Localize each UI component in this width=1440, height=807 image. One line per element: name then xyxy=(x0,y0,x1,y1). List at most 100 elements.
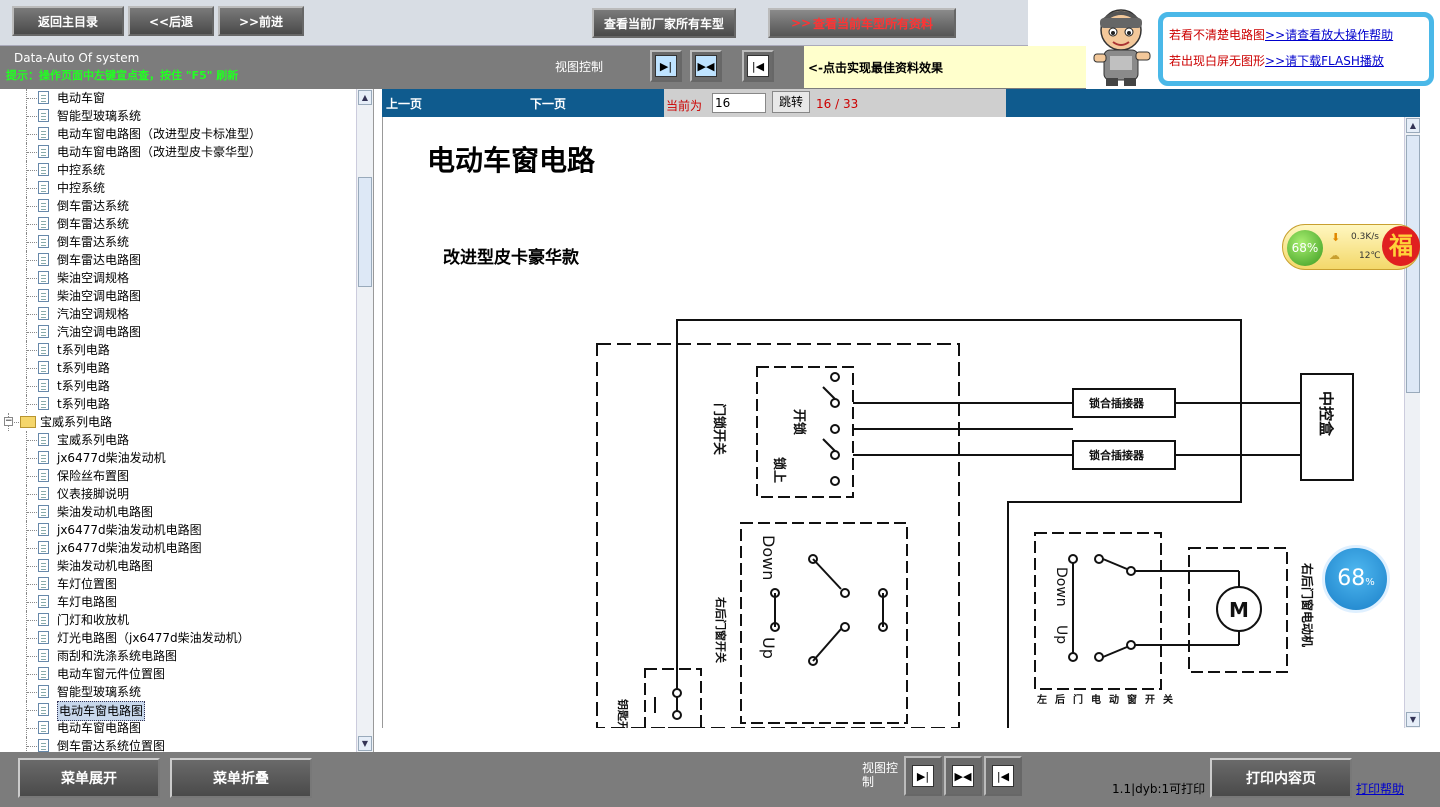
tree-item[interactable]: 雨刮和洗涤系统电路图 xyxy=(0,647,356,665)
arrow-left-icon: |◀ xyxy=(992,765,1014,787)
tree-item[interactable]: 倒车雷达电路图 xyxy=(0,251,356,269)
ball-percent: 68 xyxy=(1337,566,1366,591)
tree-item[interactable]: 智能型玻璃系统 xyxy=(0,683,356,701)
tree-item[interactable]: 电动车窗电路图（改进型皮卡标准型） xyxy=(0,125,356,143)
document-icon xyxy=(38,595,49,608)
document-icon xyxy=(38,397,49,410)
document-icon xyxy=(38,253,49,266)
tree-item-label: 倒车雷达系统 xyxy=(57,199,130,213)
tree-item[interactable]: 电动车窗电路图 xyxy=(0,719,356,737)
scroll-up-icon[interactable]: ▲ xyxy=(1406,118,1420,133)
bottom-view-width-button[interactable]: ▶◀ xyxy=(944,756,982,796)
print-help-link[interactable]: 打印帮助 xyxy=(1356,780,1404,797)
tree-item-label: 柴油空调电路图 xyxy=(57,289,142,303)
tree-item[interactable]: 保险丝布置图 xyxy=(0,467,356,485)
tree-item[interactable]: t系列电路 xyxy=(0,395,356,413)
tree-item[interactable]: 灯光电路图（jx6477d柴油发动机） xyxy=(0,629,356,647)
tree-item-label: 倒车雷达系统 xyxy=(57,217,130,231)
tree-item[interactable]: 中控系统 xyxy=(0,161,356,179)
view-fit-right-button[interactable]: ▶| xyxy=(650,50,682,82)
flash-download-link[interactable]: >>请下载FLASH播放 xyxy=(1265,54,1384,68)
tree-item[interactable]: 倒车雷达系统 xyxy=(0,215,356,233)
document-viewer: 电动车窗电路 改进型皮卡豪华款 M 开锁 锁上 门锁开关 锁合插接器 锁合插接器… xyxy=(382,117,1420,728)
catalog-tree: 电动车窗 智能型玻璃系统 电动车窗电路图（改进型皮卡标准型） 电动车窗电路图（改进型皮… xyxy=(0,89,374,752)
left-rear-labels: 左后门电动窗开关 xyxy=(1036,693,1181,706)
tree-item[interactable]: 汽油空调规格 xyxy=(0,305,356,323)
tree-item[interactable]: 柴油空调规格 xyxy=(0,269,356,287)
tree-item[interactable]: 电动车窗元件位置图 xyxy=(0,665,356,683)
view-fit-left-button[interactable]: |◀ xyxy=(742,50,774,82)
arrow-left-icon: |◀ xyxy=(747,55,769,77)
tree-item[interactable]: t系列电路 xyxy=(0,359,356,377)
tree-item-label: 电动车窗电路图（改进型皮卡豪华型） xyxy=(57,145,262,159)
all-docs-button[interactable]: >> 查看当前车型所有资料 xyxy=(768,8,956,38)
bottom-view-right-button[interactable]: ▶| xyxy=(904,756,942,796)
scroll-up-icon[interactable]: ▲ xyxy=(358,90,372,105)
prev-page-link[interactable]: 上一页 xyxy=(386,95,422,112)
tree-item[interactable]: 车灯电路图 xyxy=(0,593,356,611)
tree-item[interactable]: jx6477d柴油发动机电路图 xyxy=(0,521,356,539)
tree-item-label: t系列电路 xyxy=(57,343,110,357)
scroll-down-icon[interactable]: ▼ xyxy=(358,736,372,751)
document-icon xyxy=(38,325,49,338)
document-icon xyxy=(38,721,49,734)
menu-expand-button[interactable]: 菜单展开 xyxy=(18,758,160,798)
bottom-view-left-button[interactable]: |◀ xyxy=(984,756,1022,796)
jump-button[interactable]: 跳转 xyxy=(772,91,810,113)
expand-horizontal-icon: ▶◀ xyxy=(952,765,974,787)
help-panel: 若看不清楚电路图>>请查看放大操作帮助 若出现白屏无图形>>请下载FLASH播放 xyxy=(1158,12,1434,86)
all-models-button[interactable]: 查看当前厂家所有车型 xyxy=(592,8,736,38)
tree-item[interactable]: 电动车窗电路图 xyxy=(0,701,356,721)
fortune-icon[interactable]: 福 xyxy=(1382,226,1420,266)
menu-collapse-button[interactable]: 菜单折叠 xyxy=(170,758,312,798)
tree-item[interactable]: 柴油发动机电路图 xyxy=(0,557,356,575)
tree-item-label: 门灯和收放机 xyxy=(57,613,130,627)
scroll-down-icon[interactable]: ▼ xyxy=(1406,712,1420,727)
tree-item[interactable]: jx6477d柴油发动机 xyxy=(0,449,356,467)
tree-item[interactable]: 汽油空调电路图 xyxy=(0,323,356,341)
tree-item[interactable]: 倒车雷达系统 xyxy=(0,197,356,215)
down-label-left: Down xyxy=(759,535,778,580)
tree-item-label: 智能型玻璃系统 xyxy=(57,685,142,699)
tree-item[interactable]: 电动车窗电路图（改进型皮卡豪华型） xyxy=(0,143,356,161)
page-number-input[interactable] xyxy=(712,93,766,113)
tree-item[interactable]: 智能型玻璃系统 xyxy=(0,107,356,125)
document-icon xyxy=(38,145,49,158)
document-icon xyxy=(38,559,49,572)
speed-ball-widget[interactable]: 68% xyxy=(1322,545,1390,613)
tree-item-label: jx6477d柴油发动机 xyxy=(57,451,166,465)
content-scrollbar[interactable]: ▲ ▼ xyxy=(1404,117,1421,728)
tree-item[interactable]: 电动车窗 xyxy=(0,89,356,107)
tree-item[interactable]: jx6477d柴油发动机电路图 xyxy=(0,539,356,557)
tree-item[interactable]: 仪表接脚说明 xyxy=(0,485,356,503)
next-page-link[interactable]: 下一页 xyxy=(530,95,566,112)
tree-item-label: 车灯位置图 xyxy=(57,577,118,591)
document-icon xyxy=(38,181,49,194)
tree-item[interactable]: 倒车雷达系统位置图 xyxy=(0,737,356,752)
back-button[interactable]: <<后退 xyxy=(128,6,214,36)
forward-button[interactable]: >>前进 xyxy=(218,6,304,36)
tree-item[interactable]: t系列电路 xyxy=(0,377,356,395)
arrow-right-icon: ▶| xyxy=(655,55,677,77)
tree-item[interactable]: 倒车雷达系统 xyxy=(0,233,356,251)
view-fit-width-button[interactable]: ▶◀ xyxy=(690,50,722,82)
zoom-help-link[interactable]: >>请查看放大操作帮助 xyxy=(1265,28,1393,42)
home-button[interactable]: 返回主目录 xyxy=(12,6,124,36)
tree-item[interactable]: 柴油空调电路图 xyxy=(0,287,356,305)
right-rear-switch-label: 右后门窗开关 xyxy=(714,596,728,663)
tree-item[interactable]: 宝威系列电路 xyxy=(0,431,356,449)
page-jump-box: 当前为 跳转 16 / 33 xyxy=(664,89,1006,117)
tree-item[interactable]: 门灯和收放机 xyxy=(0,611,356,629)
tree-item[interactable]: 柴油发动机电路图 xyxy=(0,503,356,521)
tree-item[interactable]: 车灯位置图 xyxy=(0,575,356,593)
tree-folder[interactable]: − 宝威系列电路 xyxy=(0,413,356,431)
tree-scroll-thumb[interactable] xyxy=(358,177,372,287)
print-page-button[interactable]: 打印内容页 xyxy=(1210,758,1352,798)
document-icon xyxy=(38,379,49,392)
tree-item[interactable]: t系列电路 xyxy=(0,341,356,359)
tree-scrollbar[interactable]: ▲ ▼ xyxy=(356,89,373,752)
collapse-icon[interactable]: − xyxy=(4,417,13,426)
tree-item[interactable]: 中控系统 xyxy=(0,179,356,197)
key-switch-label: 钥匙开关 xyxy=(616,699,630,728)
current-page-label: 当前为 xyxy=(666,99,703,113)
